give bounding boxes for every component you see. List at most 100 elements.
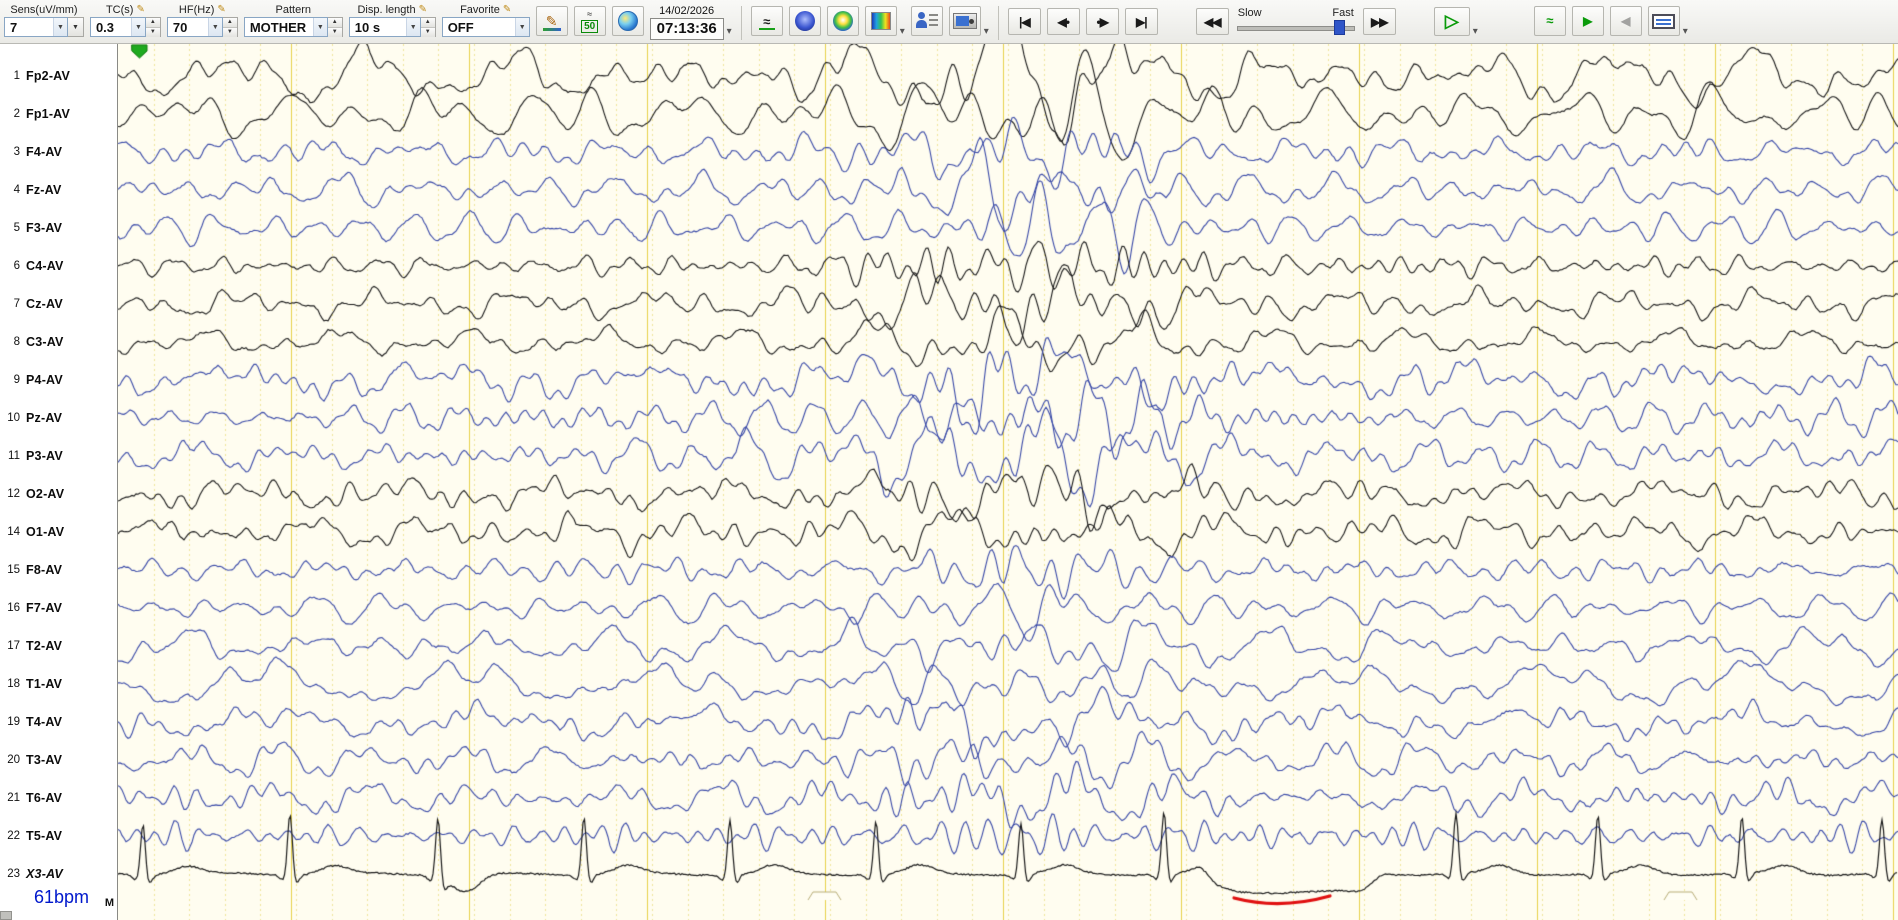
start-review-button[interactable]: ▶ [1571,6,1604,36]
spin-down-icon[interactable]: ▼ [327,28,342,37]
channel-row[interactable]: 1 Fp2-AV [0,66,118,86]
speed-slider-handle[interactable] [1333,20,1345,35]
person-icon [915,11,938,31]
more-options-caret[interactable]: ▾ [984,26,989,37]
channel-row[interactable]: 6 C4-AV [0,256,118,276]
pattern-value: MOTHER [249,19,307,35]
remote-monitor-button[interactable] [1647,6,1680,36]
sens-dropdown-button[interactable]: ▼ [67,17,84,37]
filter-50hz-button[interactable]: ≈ 50 [573,6,606,36]
pattern-combobox[interactable]: MOTHER ▼ [243,17,328,37]
spin-up-icon[interactable]: ▲ [420,18,435,28]
eeg-trace-canvas[interactable] [118,44,1898,920]
channel-label: T1-AV [26,677,63,691]
hf-combobox[interactable]: 70 ▼ [166,17,223,37]
edit-pencil-icon: ✎ [502,4,512,15]
more-options-caret[interactable]: ▾ [1473,26,1478,37]
skip-end-icon: ▶| [1135,14,1148,29]
channel-label: F3-AV [26,221,63,235]
patient-info-button[interactable] [910,6,943,36]
spin-up-icon[interactable]: ▲ [222,18,237,28]
tc-value: 0.3 [95,19,115,35]
more-options-caret[interactable]: ▾ [900,26,905,37]
pattern-group: Pattern MOTHER ▼ ▲ ▼ [243,3,343,37]
scrollbar-corner [0,911,12,920]
toolbar-separator [997,6,999,40]
channel-row[interactable]: 9 P4-AV [0,370,118,390]
channel-row[interactable]: 7 Cz-AV [0,294,118,314]
tc-combobox[interactable]: 0.3 ▼ [89,17,146,37]
fast-forward-button[interactable]: ▶▶ [1362,8,1396,35]
channel-row[interactable]: 5 F3-AV [0,218,118,238]
channel-row[interactable]: 11 P3-AV [0,446,118,466]
channel-row[interactable]: 2 Fp1-AV [0,104,118,124]
prev-disabled-button[interactable]: ◀ [1609,6,1642,36]
channel-row[interactable]: 15 F8-AV [0,560,118,580]
spin-down-icon[interactable]: ▼ [145,28,160,37]
play-button[interactable]: ▷ [1433,7,1470,36]
channel-label: Fz-AV [26,183,62,197]
back-arrow-icon: ◀ [1621,14,1631,28]
channel-row[interactable]: 3 F4-AV [0,142,118,162]
brain-map-button[interactable] [788,6,821,36]
trace-settings-button[interactable]: ≈ [750,6,783,36]
video-camera-icon [952,13,977,29]
more-options-caret[interactable]: ▾ [1683,26,1688,37]
channel-label: T5-AV [26,829,63,843]
hf-spinner[interactable]: ▲ ▼ [222,17,238,37]
channel-row[interactable]: 19 T4-AV [0,712,118,732]
channel-label: F4-AV [26,145,63,159]
map-globe-button[interactable] [611,6,644,36]
more-options-caret[interactable]: ▾ [727,26,732,37]
spin-up-icon[interactable]: ▲ [327,18,342,28]
channel-row[interactable]: 14 O1-AV [0,522,118,542]
speed-slider[interactable] [1235,20,1357,35]
skip-start-button[interactable]: |◀ [1007,8,1041,35]
time-display[interactable]: 07:13:36 [649,18,724,40]
disp-length-combobox[interactable]: 10 s ▼ [348,17,421,37]
favorite-combobox[interactable]: OFF ▼ [441,17,530,37]
channel-label: F8-AV [26,563,63,577]
topo-map-button[interactable] [826,6,859,36]
channel-row[interactable]: 21 T6-AV [0,788,118,808]
channel-row[interactable]: 18 T1-AV [0,674,118,694]
channel-row[interactable]: 8 C3-AV [0,332,118,352]
channel-row[interactable]: 16 F7-AV [0,598,118,618]
video-button[interactable] [948,6,981,36]
edit-pencil-icon: ✎ [136,4,145,15]
annotation-pen-button[interactable]: ✎ [535,6,568,36]
channel-row[interactable]: 23 X3-AV [0,864,118,884]
edit-pencil-icon: ✎ [418,4,427,15]
channel-label: T4-AV [26,715,63,729]
spin-down-icon[interactable]: ▼ [222,28,237,37]
pattern-spinner[interactable]: ▲ ▼ [327,17,343,37]
disp-length-spinner[interactable]: ▲ ▼ [420,17,436,37]
skip-end-button[interactable]: ▶| [1124,8,1158,35]
step-back-button[interactable]: ◀• [1046,8,1080,35]
green-play-icon: ▶ [1583,14,1593,28]
channel-label: O2-AV [26,487,65,501]
50hz-badge: 50 [581,19,599,33]
step-forward-button[interactable]: •▶ [1085,8,1119,35]
spin-up-icon[interactable]: ▲ [145,18,160,28]
dsa-trend-button[interactable] [864,6,897,36]
tc-spinner[interactable]: ▲ ▼ [145,17,161,37]
fast-label: Fast [1332,7,1354,19]
fast-forward-icon: ▶▶ [1371,14,1388,29]
channel-row[interactable]: 20 T3-AV [0,750,118,770]
spin-down-icon[interactable]: ▼ [420,28,435,37]
rewind-icon: ◀◀ [1204,14,1221,29]
channel-row[interactable]: 10 Pz-AV [0,408,118,428]
channel-number: 1 [13,70,20,82]
rewind-button[interactable]: ◀◀ [1195,8,1229,35]
channel-row[interactable]: 12 O2-AV [0,484,118,504]
channel-row[interactable]: 22 T5-AV [0,826,118,846]
sens-value: 7 [10,19,18,35]
disp-length-value: 10 s [354,19,381,35]
channel-label: T2-AV [26,639,63,653]
channel-row[interactable]: 17 T2-AV [0,636,118,656]
sens-combobox[interactable]: 7 ▼ [4,17,68,37]
live-trace-button[interactable]: ≈ [1533,6,1566,36]
channel-row[interactable]: 4 Fz-AV [0,180,118,200]
channel-label: Cz-AV [26,297,63,311]
